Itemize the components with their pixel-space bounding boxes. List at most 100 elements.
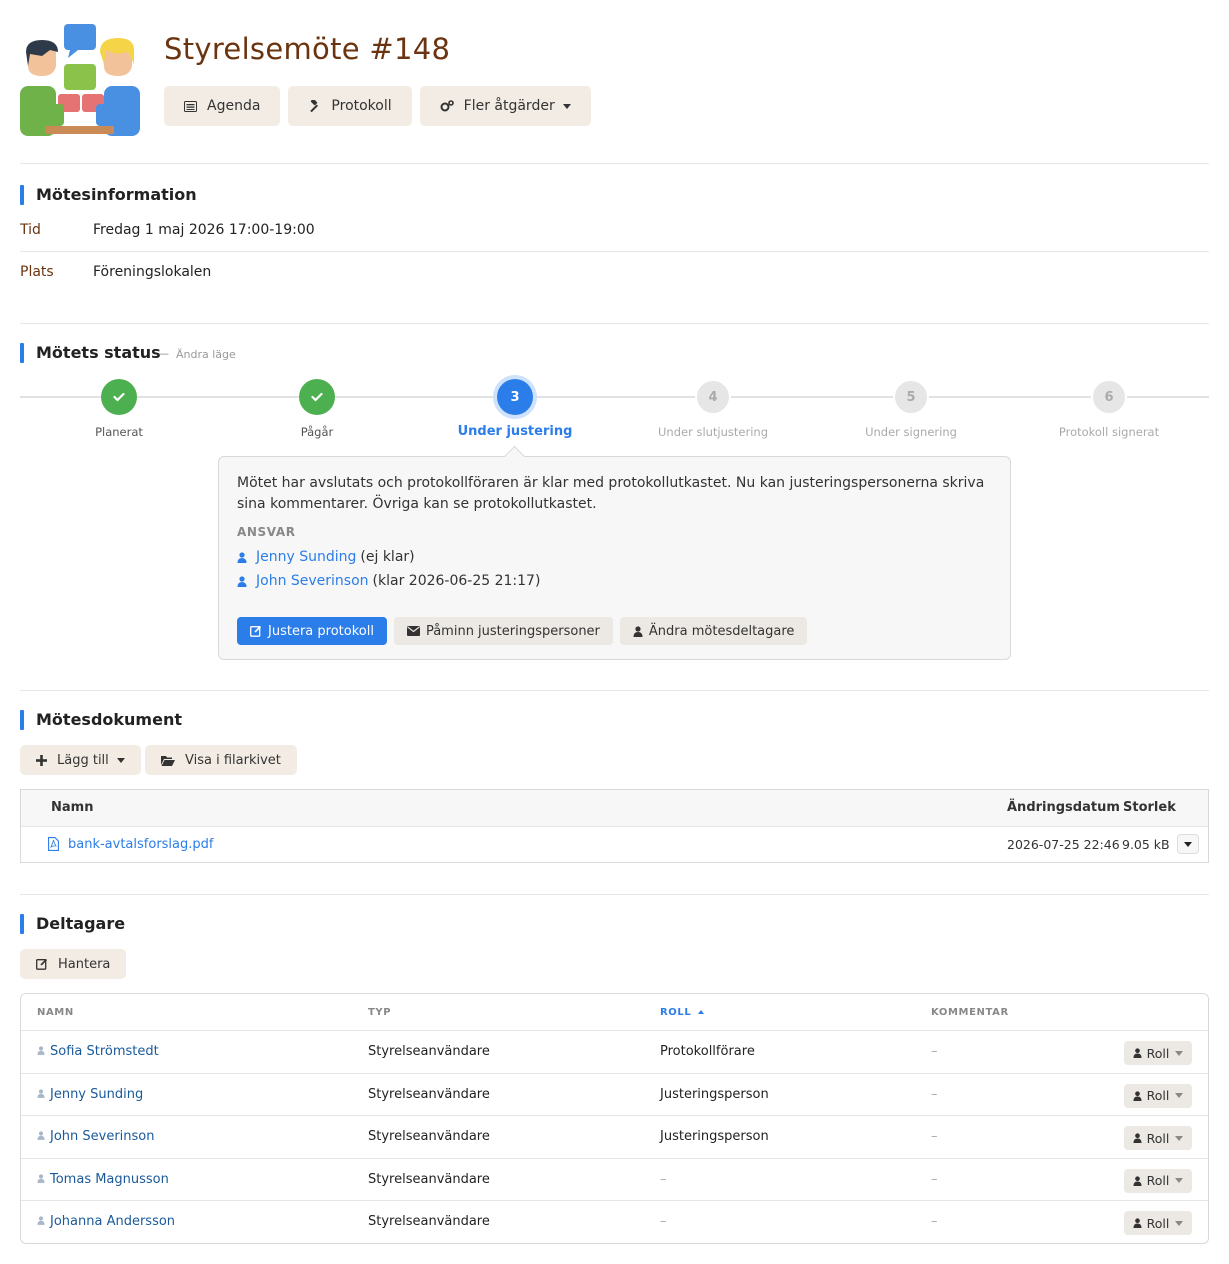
page-title: Styrelsemöte #148: [164, 32, 451, 66]
participant-comment: –: [931, 1214, 938, 1229]
step-label: Under signering: [865, 425, 957, 439]
meeting-logo-icon: [20, 24, 140, 136]
person-link[interactable]: John Severinson: [256, 573, 369, 589]
role-button[interactable]: Roll: [1124, 1126, 1192, 1150]
justera-label: Justera protokoll: [268, 623, 374, 639]
status-popover: Mötet har avslutats och protokollföraren…: [218, 456, 1011, 660]
chevron-down-icon: [1175, 1093, 1184, 1098]
col-size[interactable]: Storlek: [1123, 800, 1176, 815]
document-date: 2026-07-25 22:46: [1007, 837, 1120, 852]
col-name[interactable]: Namn: [51, 800, 93, 815]
user-icon: [1133, 1133, 1142, 1143]
person-note: (ej klar): [360, 549, 415, 565]
role-button[interactable]: Roll: [1124, 1041, 1192, 1065]
add-document-button[interactable]: Lägg till: [20, 745, 141, 775]
chevron-down-icon: [1175, 1135, 1184, 1141]
gavel-icon: [308, 99, 321, 113]
folder-open-icon: [161, 755, 175, 766]
header-actions: Agenda Protokoll Fler åtgärder: [164, 86, 591, 126]
participant-comment: –: [931, 1129, 938, 1144]
change-mode-link[interactable]: Ändra läge: [176, 348, 236, 361]
user-icon: [37, 1216, 45, 1225]
user-icon: [633, 625, 643, 637]
participant-comment: –: [931, 1086, 938, 1102]
show-archive-button[interactable]: Visa i filarkivet: [145, 745, 297, 775]
responsible-person: John Severinson (klar 2026-06-25 21:17): [237, 573, 992, 589]
chevron-down-icon: [1175, 1220, 1184, 1226]
col-date[interactable]: Ändringsdatum: [1007, 800, 1120, 815]
agenda-button[interactable]: Agenda: [164, 86, 281, 126]
user-icon: [1133, 1090, 1142, 1101]
user-icon: [1133, 1048, 1142, 1058]
edit-icon: [250, 625, 262, 637]
participant-link[interactable]: John Severinson: [50, 1129, 155, 1144]
step-label: Pågår: [300, 425, 334, 439]
user-icon: [237, 575, 247, 587]
participant-link[interactable]: Tomas Magnusson: [50, 1172, 169, 1187]
document-menu-button[interactable]: [1177, 834, 1199, 854]
col-type[interactable]: TYP: [368, 1007, 391, 1018]
status-heading: Mötets status: [20, 342, 161, 364]
manage-participants-button[interactable]: Hantera: [20, 949, 127, 979]
role-button-label: Roll: [1146, 1173, 1170, 1188]
col-role[interactable]: ROLL: [660, 1007, 705, 1018]
step-label: Under justering: [457, 424, 573, 439]
table-row: Johanna Andersson Styrelseanvändare – – …: [21, 1201, 1208, 1243]
participant-type: Styrelseanvändare: [368, 1171, 490, 1187]
step-number: 6: [1091, 379, 1127, 415]
user-icon: [37, 1131, 45, 1140]
document-size: 9.05 kB: [1122, 837, 1170, 852]
participants-table-header: NAMN TYP ROLL KOMMENTAR: [21, 994, 1208, 1031]
participant-name: Jenny Sunding: [37, 1087, 143, 1102]
participant-type: Styrelseanvändare: [368, 1214, 490, 1229]
ansvar-heading: ANSVAR: [237, 525, 296, 539]
gears-icon: [440, 100, 454, 112]
chevron-down-icon: [116, 757, 125, 763]
step-label: Protokoll signerat: [1058, 425, 1160, 439]
step-under-slutjustering: 4 Under slutjustering: [615, 379, 811, 439]
check-icon: [299, 379, 335, 415]
user-icon: [37, 1088, 45, 1098]
participant-role: Justeringsperson: [660, 1129, 769, 1144]
popover-actions: Justera protokoll Påminn justeringsperso…: [237, 617, 808, 645]
chevron-down-icon: [1175, 1178, 1184, 1183]
table-row: John Severinson Styrelseanvändare Juster…: [21, 1116, 1208, 1159]
col-comment[interactable]: KOMMENTAR: [931, 1007, 1009, 1018]
document-link[interactable]: bank-avtalsforslag.pdf: [68, 837, 213, 852]
participant-link[interactable]: Sofia Strömstedt: [50, 1044, 159, 1059]
plus-icon: [36, 754, 47, 766]
remind-label: Påminn justeringspersoner: [425, 623, 600, 639]
role-button[interactable]: Roll: [1124, 1168, 1192, 1193]
col-role-label: ROLL: [660, 1007, 692, 1018]
status-description: Mötet har avslutats och protokollföraren…: [237, 475, 985, 512]
divider: [20, 323, 1209, 324]
role-button[interactable]: Roll: [1124, 1211, 1192, 1235]
responsible-person: Jenny Sunding (ej klar): [237, 549, 992, 565]
participants-table: NAMN TYP ROLL KOMMENTAR Sofia Strömstedt…: [20, 993, 1209, 1244]
role-button-label: Roll: [1146, 1045, 1170, 1061]
person-link[interactable]: Jenny Sunding: [256, 549, 356, 565]
justera-protokoll-button[interactable]: Justera protokoll: [237, 617, 387, 645]
documents-heading: Mötesdokument: [20, 709, 182, 731]
participant-link[interactable]: Jenny Sunding: [50, 1087, 143, 1102]
table-row: bank-avtalsforslag.pdf 2026-07-25 22:46 …: [21, 827, 1208, 863]
step-number: 5: [893, 379, 929, 415]
participant-link[interactable]: Johanna Andersson: [50, 1214, 175, 1229]
change-participants-button[interactable]: Ändra mötesdeltagare: [619, 617, 808, 645]
more-actions-button[interactable]: Fler åtgärder: [419, 86, 591, 126]
list-icon: [184, 100, 197, 112]
check-icon: [101, 379, 137, 415]
participant-name: Johanna Andersson: [37, 1214, 175, 1229]
table-row: Tomas Magnusson Styrelseanvändare – – Ro…: [21, 1159, 1208, 1201]
user-icon: [1133, 1218, 1142, 1228]
show-archive-label: Visa i filarkivet: [185, 752, 281, 768]
protokoll-button[interactable]: Protokoll: [288, 86, 412, 126]
col-name[interactable]: NAMN: [37, 1007, 74, 1018]
role-button-label: Roll: [1146, 1130, 1170, 1146]
participant-role: Justeringsperson: [660, 1086, 769, 1102]
divider: [20, 690, 1209, 691]
remind-button[interactable]: Påminn justeringspersoner: [393, 617, 613, 645]
step-label: Under slutjustering: [657, 425, 769, 439]
role-button[interactable]: Roll: [1124, 1083, 1192, 1108]
more-actions-label: Fler åtgärder: [463, 98, 555, 114]
